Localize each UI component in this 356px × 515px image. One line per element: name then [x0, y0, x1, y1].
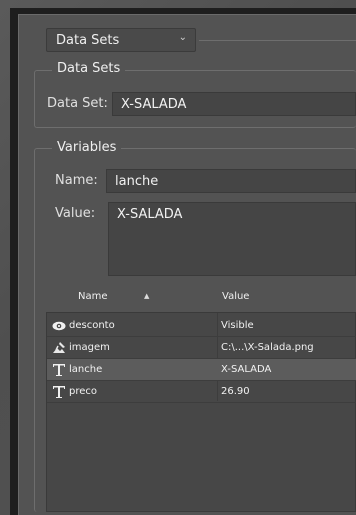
data-set-value: X-SALADA	[121, 96, 187, 112]
name-value: lanche	[115, 173, 159, 189]
row-name: lanche	[69, 364, 103, 375]
row-name: desconto	[69, 320, 115, 331]
sort-up-icon: ▲	[144, 292, 150, 300]
table-header: Name ▲ Value	[46, 284, 356, 310]
table-row[interactable]: preco 26.90	[47, 381, 356, 403]
row-name: preco	[69, 386, 98, 397]
data-set-label: Data Set:	[47, 96, 108, 111]
table-row[interactable]: desconto Visible	[47, 315, 356, 337]
row-value: Visible	[221, 320, 254, 331]
table-row[interactable]: imagem C:\...\X-Salada.png	[47, 337, 356, 359]
data-set-field[interactable]: X-SALADA	[112, 92, 356, 116]
row-value: X-SALADA	[221, 364, 272, 375]
chevron-down-icon: ⌄	[178, 32, 187, 43]
name-field[interactable]: lanche	[106, 169, 356, 193]
data-sets-dropdown[interactable]: Data Sets ⌄	[46, 28, 196, 52]
value-textarea[interactable]: X-SALADA	[108, 202, 356, 276]
name-label: Name:	[55, 173, 98, 188]
eye-icon	[52, 317, 66, 335]
column-header-name[interactable]: Name	[78, 291, 108, 302]
row-value: 26.90	[221, 386, 250, 397]
divider	[199, 40, 356, 41]
value-text: X-SALADA	[117, 207, 183, 222]
table-row[interactable]: lanche X-SALADA	[47, 359, 356, 381]
data-sets-dropdown-label: Data Sets	[56, 32, 120, 48]
image-brush-icon	[52, 339, 66, 357]
row-value: C:\...\X-Salada.png	[221, 342, 314, 353]
text-t-icon	[52, 383, 66, 401]
data-sets-group-title: Data Sets	[52, 61, 126, 76]
variables-table: desconto Visible imagem C:\...\X-Salada.…	[46, 312, 356, 512]
variables-group-title: Variables	[52, 140, 122, 155]
value-label: Value:	[55, 206, 96, 221]
row-name: imagem	[69, 342, 110, 353]
text-t-icon	[52, 361, 66, 379]
column-header-value[interactable]: Value	[222, 291, 249, 302]
